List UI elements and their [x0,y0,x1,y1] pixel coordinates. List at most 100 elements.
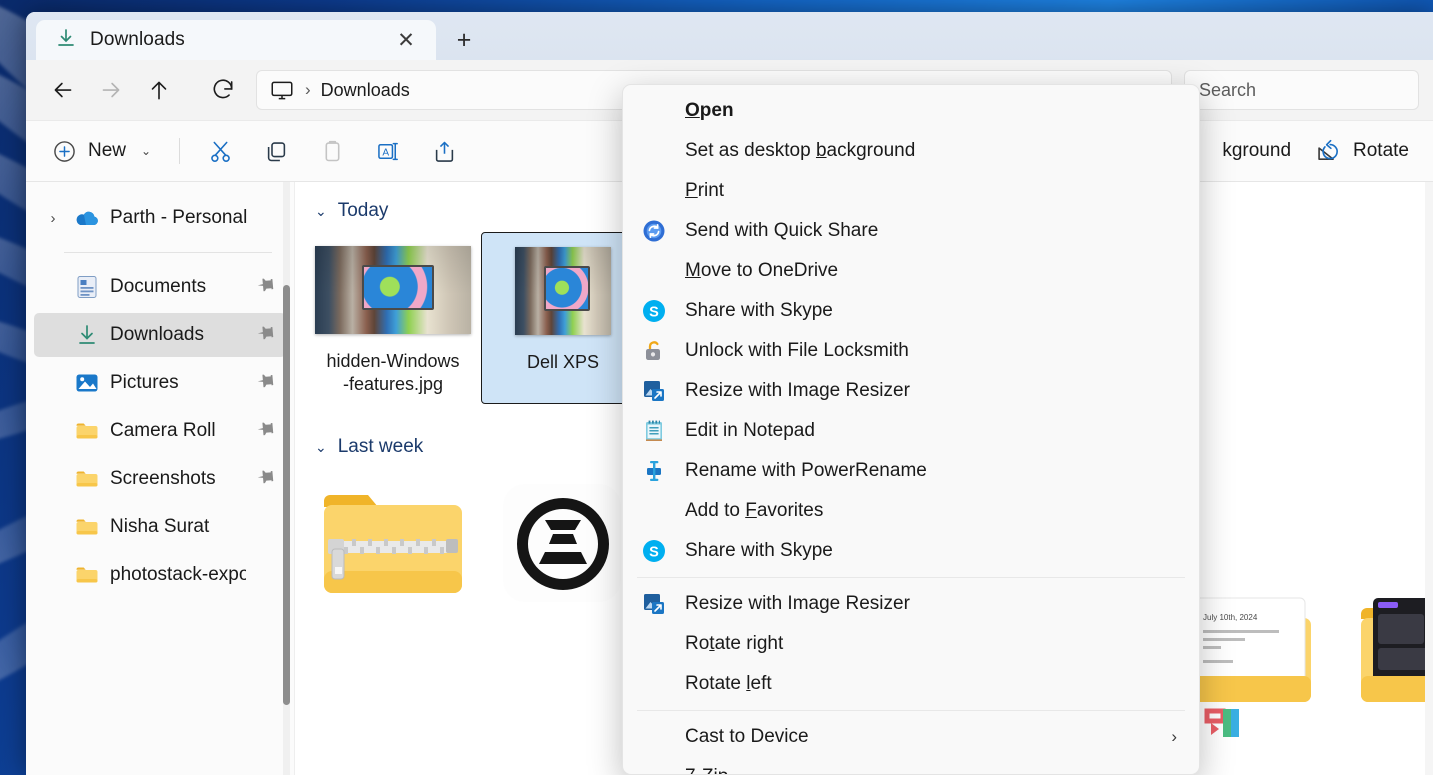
pin-icon[interactable] [256,418,278,444]
file-tile-selected[interactable]: Dell XPS [481,232,645,405]
sidebar-item-onedrive[interactable]: › Parth - Personal [34,196,286,240]
sidebar-item-documents[interactable]: Documents [34,265,286,309]
chevron-down-icon: ⌄ [141,144,152,158]
menu-item-label: Cast to Device [685,726,809,747]
rotate-label: Rotate [1353,140,1409,161]
menu-item-7-zip[interactable]: 7-Zip› [627,757,1195,774]
tab-title: Downloads [90,29,185,50]
menu-item-label: Set as desktop background [685,140,916,161]
copy-button[interactable] [250,130,302,172]
sidebar-item-camera-roll[interactable]: Camera Roll [34,409,286,453]
sidebar-item-pictures[interactable]: Pictures [34,361,286,405]
app-tile[interactable] [481,476,645,614]
folder-icon [74,418,100,444]
chevron-down-icon[interactable]: ⌄ [315,203,327,220]
sidebar-item-label: photostack-expo [110,564,246,585]
vlc-app-icon [501,482,625,611]
file-tile[interactable]: hidden-Windows -features.jpg [311,232,475,404]
menu-item-label: Print [685,180,725,201]
menu-item-label: Rename with PowerRename [685,460,927,481]
thumbnail [485,483,641,606]
thumbnail [315,486,471,606]
search-input[interactable]: Search [1184,70,1419,110]
group-header-label: Today [337,200,389,221]
sidebar-item-screenshots[interactable]: Screenshots [34,457,286,501]
menu-item-resize-with-image-resizer[interactable]: Resize with Image Resizer [627,584,1195,624]
folder-icon [74,466,100,492]
chevron-right-icon[interactable]: › [42,210,64,227]
menu-item-add-to-favorites[interactable]: Add to Favorites [627,491,1195,531]
photo-thumbnail-icon [515,247,611,335]
menu-item-print[interactable]: Print [627,171,1195,211]
skype-icon: S [641,538,685,564]
paste-button[interactable] [306,130,358,172]
folder-icon [74,514,100,540]
menu-item-label: Move to OneDrive [685,260,839,281]
menu-item-label: Share with Skype [685,300,833,321]
pin-icon[interactable] [256,274,278,300]
menu-item-rotate-right[interactable]: Rotate right [627,624,1195,664]
sidebar-item-label: Parth - Personal [110,207,248,228]
rename-button[interactable]: A [362,130,414,172]
tab-downloads[interactable]: Downloads ✕ [36,20,436,60]
navigation-pane: › Parth - Personal Documents Downloads Pic… [26,182,295,775]
content-scrollbar[interactable] [1425,182,1433,775]
menu-item-rotate-left[interactable]: Rotate left [627,664,1195,704]
thumbnail [315,242,471,338]
menu-item-unlock-with-file-locksmith[interactable]: Unlock with File Locksmith [627,331,1195,371]
menu-item-share-with-skype[interactable]: S Share with Skype [627,291,1195,331]
group-header-label: Last week [337,436,424,458]
folder-tile[interactable] [311,476,475,614]
photo-thumbnail-icon [315,246,471,334]
chevron-right-icon[interactable]: › [1171,767,1177,774]
menu-item-send-with-quick-share[interactable]: Send with Quick Share [627,211,1195,251]
menu-item-open[interactable]: Open [627,91,1195,131]
sidebar-scrollbar-thumb[interactable] [283,285,290,705]
chevron-down-icon[interactable]: ⌄ [315,439,327,456]
sidebar-item-label: Pictures [110,372,179,393]
refresh-button[interactable] [200,70,246,110]
thumbnail [485,243,641,339]
pin-icon[interactable] [256,370,278,396]
new-button[interactable]: New ⌄ [40,131,165,171]
svg-text:S: S [649,305,659,321]
menu-item-resize-with-image-resizer[interactable]: Resize with Image Resizer [627,371,1195,411]
sidebar-list: Documents Downloads Pictures Camera Roll Scr… [26,265,294,597]
menu-item-cast-to-device[interactable]: Cast to Device › [627,717,1195,757]
file-name: hidden-Windows -features.jpg [326,351,460,395]
sidebar-item-photostack-expo[interactable]: photostack-expo [34,553,286,597]
menu-item-move-to-onedrive[interactable]: Move to OneDrive [627,251,1195,291]
chevron-right-icon[interactable]: › [1171,727,1177,747]
menu-item-label: Send with Quick Share [685,220,879,241]
image-resizer-icon [641,591,685,617]
new-button-label: New [88,140,127,161]
pin-icon[interactable] [256,322,278,348]
close-icon[interactable]: ✕ [390,24,422,56]
forward-button[interactable] [88,70,134,110]
svg-text:S: S [649,545,659,561]
menu-item-share-with-skype[interactable]: S Share with Skype [627,531,1195,571]
breadcrumb-separator: › [305,80,311,99]
toolbar-separator [179,138,181,164]
context-menu[interactable]: Open Set as desktop background Print Send w… [622,84,1200,775]
rotate-button[interactable]: Rotate [1305,130,1419,172]
menu-item-set-as-desktop-background[interactable]: Set as desktop background [627,131,1195,171]
sidebar-item-downloads[interactable]: Downloads [34,313,286,357]
sidebar-divider [64,252,272,253]
rotate-icon [1315,137,1343,165]
sidebar-item-label: Documents [110,276,207,297]
menu-item-label: Resize with Image Resizer [685,380,910,401]
back-button[interactable] [40,70,86,110]
cut-button[interactable] [194,130,246,172]
menu-item-label: Share with Skype [685,540,833,561]
share-button[interactable] [418,130,470,172]
quick-share-icon [641,218,685,244]
breadcrumb-current: Downloads [320,79,410,100]
sidebar-item-nisha-surat[interactable]: Nisha Surat [34,505,286,549]
pin-icon[interactable] [256,466,278,492]
set-as-background-button[interactable]: kground [1212,130,1301,172]
menu-item-rename-with-powerrename[interactable]: Rename with PowerRename [627,451,1195,491]
up-button[interactable] [136,70,182,110]
menu-item-edit-in-notepad[interactable]: Edit in Notepad [627,411,1195,451]
new-tab-button[interactable]: + [442,20,486,60]
